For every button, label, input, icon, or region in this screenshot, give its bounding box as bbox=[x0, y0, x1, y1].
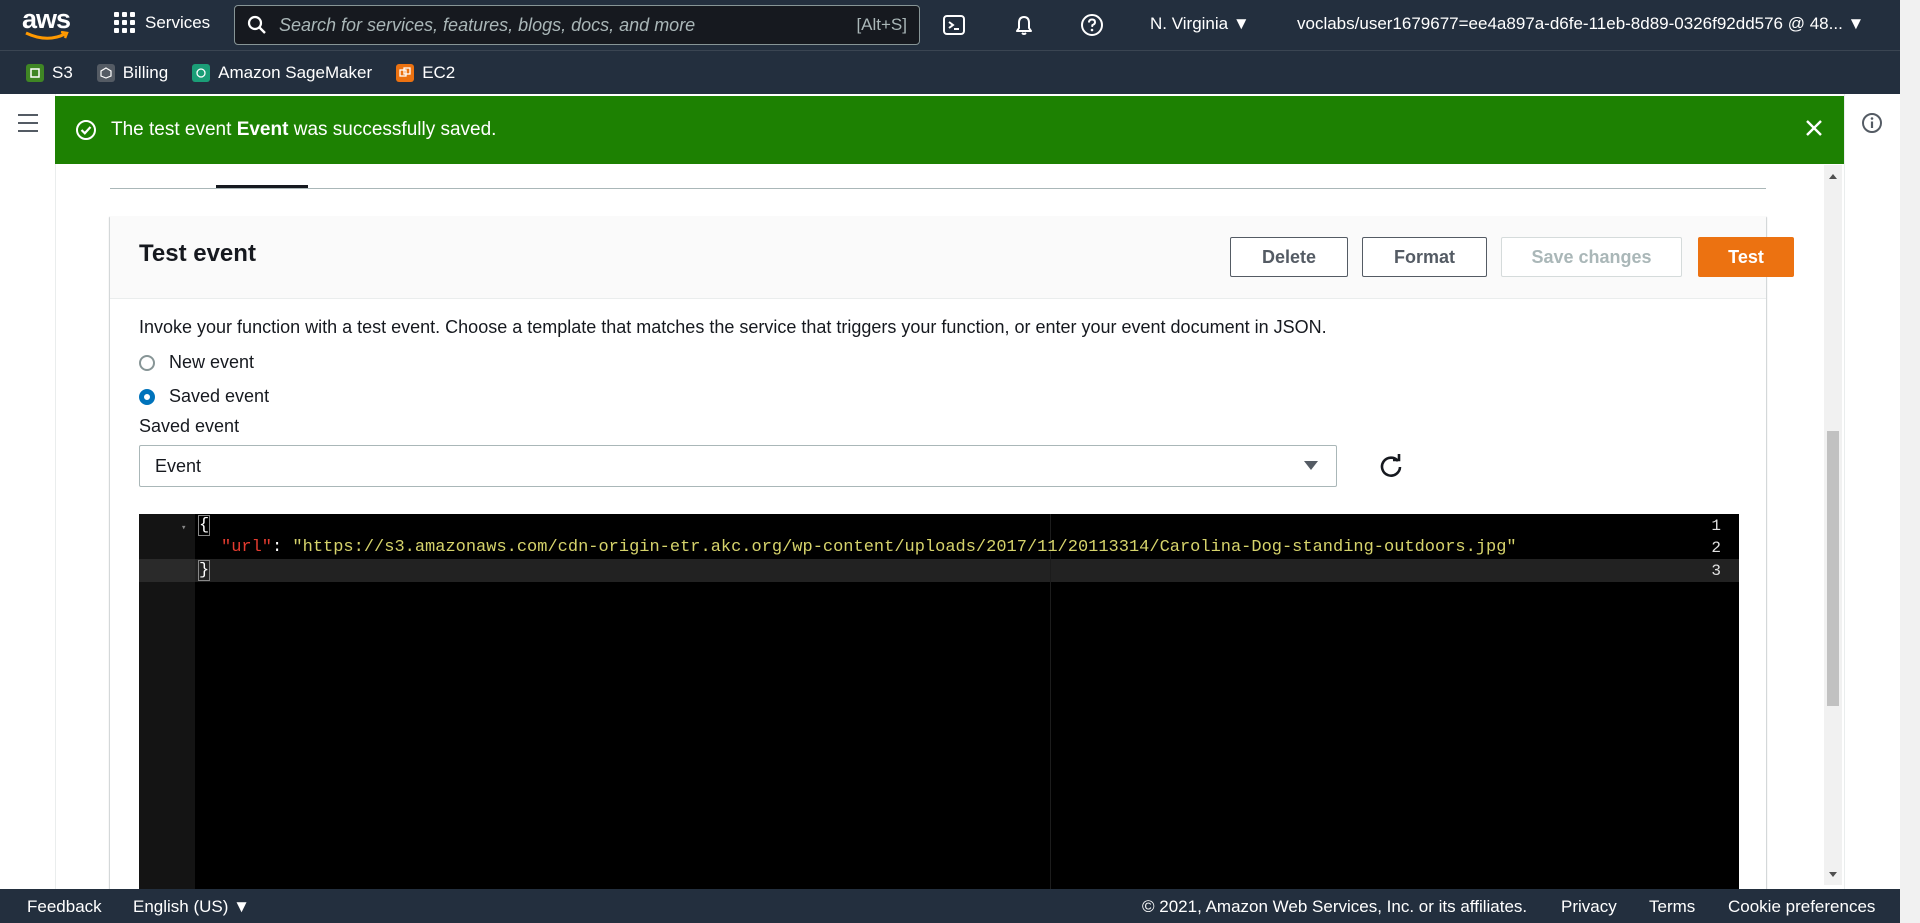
line-number: 1 bbox=[1711, 517, 1721, 535]
line-number: 3 bbox=[1711, 562, 1721, 580]
radio-button[interactable] bbox=[139, 354, 155, 371]
success-flash-banner: The test event Event was successfully sa… bbox=[55, 96, 1844, 164]
grid-icon bbox=[114, 12, 135, 33]
line-number: 2 bbox=[1711, 539, 1721, 557]
save-changes-button[interactable]: Save changes bbox=[1501, 237, 1682, 277]
select-value: Event bbox=[155, 455, 202, 476]
json-string-value: "https://s3.amazonaws.com/cdn-origin-etr… bbox=[292, 538, 1517, 557]
radio-button-selected[interactable] bbox=[139, 388, 155, 405]
code-line-3: } bbox=[197, 560, 211, 581]
s3-icon bbox=[26, 63, 44, 82]
sagemaker-icon bbox=[192, 63, 211, 82]
fold-arrow-icon[interactable]: ▾ bbox=[181, 523, 186, 533]
json-colon: : bbox=[272, 538, 293, 557]
search-icon bbox=[247, 15, 266, 34]
left-side-rail bbox=[0, 94, 56, 889]
info-icon[interactable] bbox=[1861, 112, 1883, 134]
aws-smile-icon bbox=[25, 31, 69, 40]
radio-new-event[interactable]: New event bbox=[139, 352, 254, 373]
aws-logo-text: aws bbox=[22, 4, 71, 34]
billing-icon bbox=[96, 63, 115, 82]
code-line-2: "url": "https://s3.amazonaws.com/cdn-ori… bbox=[221, 536, 1517, 559]
close-icon[interactable] bbox=[1804, 118, 1824, 138]
active-tab-indicator bbox=[216, 185, 308, 188]
favorite-label: EC2 bbox=[422, 62, 456, 82]
delete-button[interactable]: Delete bbox=[1230, 237, 1348, 277]
search-box[interactable]: [Alt+S] bbox=[234, 5, 920, 45]
test-button[interactable]: Test bbox=[1698, 237, 1794, 277]
radio-label: New event bbox=[169, 352, 255, 372]
caret-down-icon bbox=[1304, 461, 1318, 470]
panel-description: Invoke your function with a test event. … bbox=[139, 317, 1327, 337]
active-line-highlight bbox=[195, 559, 1739, 582]
cloudshell-icon[interactable] bbox=[942, 13, 966, 37]
favorite-sagemaker[interactable]: Amazon SageMaker bbox=[192, 63, 372, 83]
region-selector[interactable]: N. Virginia ▼ bbox=[1150, 14, 1250, 34]
favorite-label: Billing bbox=[122, 62, 169, 82]
code-editor[interactable]: 1 ▾ 2 3 { "url": "https://s3.amazonaws.c… bbox=[139, 514, 1739, 889]
json-key: "url" bbox=[221, 538, 273, 557]
search-input[interactable] bbox=[277, 13, 857, 37]
scroll-up-arrow-icon[interactable] bbox=[1829, 174, 1837, 179]
cookie-preferences-link[interactable]: Cookie preferences bbox=[1728, 897, 1875, 917]
print-margin bbox=[1050, 514, 1051, 889]
favorite-billing[interactable]: Billing bbox=[96, 62, 169, 83]
notifications-bell-icon[interactable] bbox=[1012, 13, 1036, 37]
help-icon[interactable] bbox=[1080, 13, 1104, 37]
right-side-rail bbox=[1844, 94, 1901, 889]
services-menu-button[interactable]: Services bbox=[114, 12, 210, 33]
test-event-panel: Test event Delete Format Save changes Te… bbox=[110, 216, 1794, 889]
code-line-1: { bbox=[197, 515, 211, 536]
refresh-icon[interactable] bbox=[1378, 453, 1404, 479]
panel-title: Test event bbox=[139, 240, 256, 267]
content-scrollbar[interactable] bbox=[1824, 165, 1842, 885]
aws-logo[interactable]: aws bbox=[22, 6, 72, 44]
services-label: Services bbox=[145, 12, 211, 32]
flash-message: The test event Event was successfully sa… bbox=[111, 119, 497, 140]
window-scrollbar[interactable] bbox=[1900, 0, 1920, 923]
copyright-text: © 2021, Amazon Web Services, Inc. or its… bbox=[1142, 897, 1528, 916]
favorites-bar: S3 Billing Amazon SageMaker EC2 bbox=[0, 50, 1920, 94]
console-footer: Feedback English (US) ▼ © 2021, Amazon W… bbox=[0, 889, 1900, 923]
account-menu[interactable]: voclabs/user1679677=ee4a897a-d6fe-11eb-8… bbox=[1297, 14, 1864, 34]
favorite-ec2[interactable]: EC2 bbox=[396, 63, 455, 83]
radio-label: Saved event bbox=[169, 386, 270, 406]
privacy-link[interactable]: Privacy bbox=[1561, 897, 1617, 917]
event-name: Event bbox=[236, 119, 289, 140]
favorite-label: Amazon SageMaker bbox=[218, 62, 373, 82]
main-content: Test event Delete Format Save changes Te… bbox=[56, 94, 1844, 889]
favorite-s3[interactable]: S3 bbox=[26, 63, 73, 83]
saved-event-label: Saved event bbox=[139, 416, 240, 436]
radio-saved-event[interactable]: Saved event bbox=[139, 386, 269, 407]
format-button[interactable]: Format bbox=[1362, 237, 1487, 277]
success-check-icon bbox=[76, 120, 96, 140]
language-selector[interactable]: English (US) ▼ bbox=[133, 897, 250, 917]
terms-link[interactable]: Terms bbox=[1649, 897, 1695, 917]
saved-event-select[interactable]: Event bbox=[139, 445, 1337, 487]
menu-icon[interactable] bbox=[18, 114, 38, 138]
scroll-down-arrow-icon[interactable] bbox=[1829, 872, 1837, 877]
panel-header: Test event Delete Format Save changes Te… bbox=[110, 216, 1794, 299]
top-navigation: aws Services [Alt+S] N. Virginia ▼ vocla… bbox=[0, 0, 1920, 50]
favorite-label: S3 bbox=[52, 62, 73, 82]
scrollbar-thumb[interactable] bbox=[1827, 431, 1839, 706]
search-shortcut: [Alt+S] bbox=[856, 15, 907, 34]
ec2-icon bbox=[396, 63, 415, 82]
tab-divider bbox=[110, 188, 1766, 189]
active-line-gutter bbox=[139, 559, 195, 582]
feedback-link[interactable]: Feedback bbox=[27, 897, 102, 917]
